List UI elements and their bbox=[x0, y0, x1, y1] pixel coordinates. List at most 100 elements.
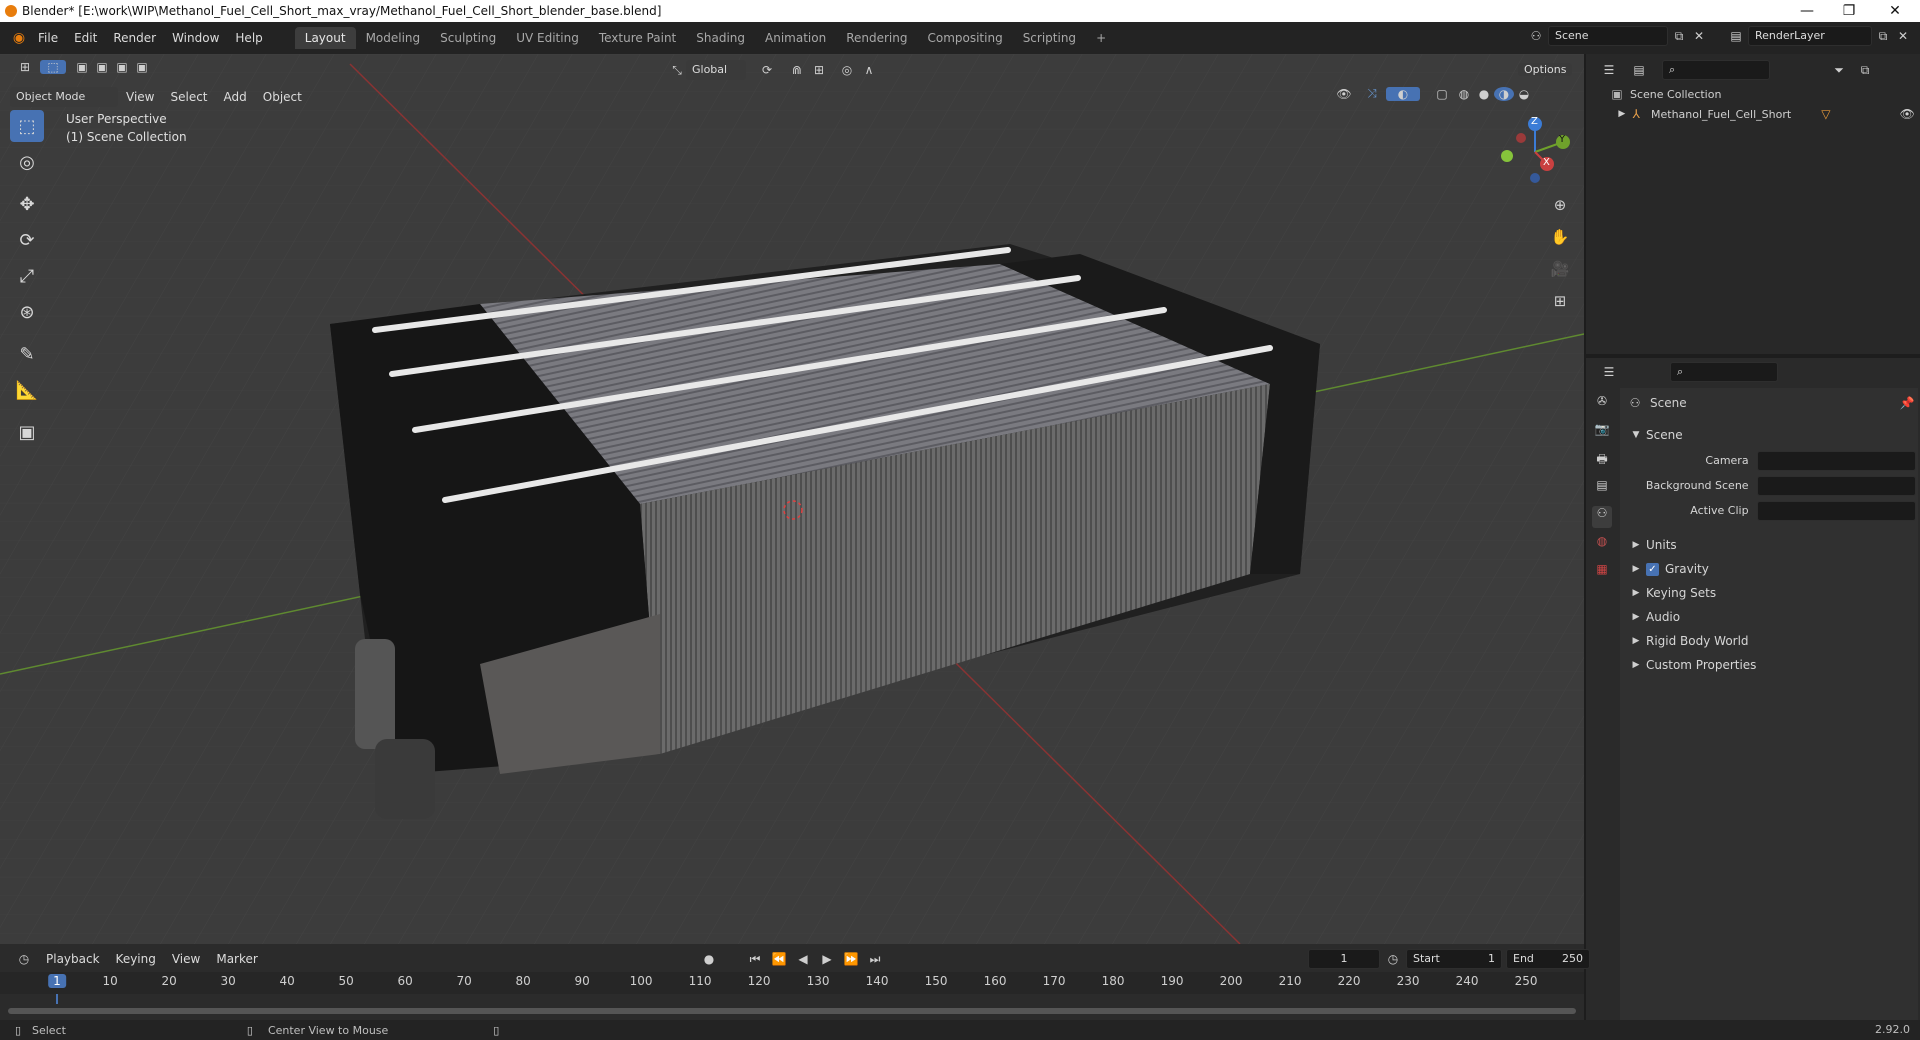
expand-arrow-icon[interactable]: ▶ bbox=[1630, 534, 1642, 556]
render-tab-icon[interactable]: 📷 bbox=[1592, 422, 1612, 444]
transform-tool-icon[interactable]: ⊛ bbox=[10, 296, 44, 328]
mode-intersect-icon[interactable]: ▣ bbox=[132, 60, 152, 74]
move-tool-icon[interactable]: ✥ bbox=[10, 188, 44, 220]
add-workspace-button[interactable]: + bbox=[1086, 27, 1116, 49]
camera-field[interactable] bbox=[1756, 451, 1916, 471]
delete-scene-icon[interactable]: ✕ bbox=[1690, 29, 1708, 43]
material-shading-icon[interactable]: ◑ bbox=[1494, 86, 1514, 101]
add-cube-tool-icon[interactable]: ▣ bbox=[10, 416, 44, 448]
mode-new-icon[interactable]: ▣ bbox=[72, 60, 92, 74]
output-tab-icon[interactable]: 🖶 bbox=[1592, 450, 1612, 472]
expand-arrow-icon[interactable]: ▶ bbox=[1630, 630, 1642, 652]
xray-icon[interactable]: ▢ bbox=[1430, 87, 1454, 101]
perspective-toggle-icon[interactable]: ⊞ bbox=[1548, 292, 1572, 314]
outliner-row-fuel-cell[interactable]: ▶ ⅄ Methanol_Fuel_Cell_Short ▽ 👁 bbox=[1616, 104, 1916, 124]
overlay-toggle-icon[interactable]: ◐ bbox=[1386, 86, 1420, 101]
timeline-menu-keying[interactable]: Keying bbox=[108, 948, 164, 970]
rigid-body-world-section[interactable]: ▶ Rigid Body World bbox=[1630, 630, 1749, 652]
editor-type-icon[interactable]: ⊞ bbox=[10, 60, 40, 74]
play-icon[interactable]: ▶ bbox=[818, 952, 836, 966]
snap-icon[interactable]: ⋒ bbox=[786, 63, 808, 77]
rendered-shading-icon[interactable]: ◒ bbox=[1514, 87, 1534, 101]
tab-layout[interactable]: Layout bbox=[294, 27, 356, 49]
transform-orientation-dropdown[interactable]: Global bbox=[686, 60, 746, 80]
expand-arrow-icon[interactable]: ▶ bbox=[1630, 582, 1642, 604]
expand-arrow-icon[interactable]: ▶ bbox=[1630, 558, 1642, 580]
outliner-search-input[interactable]: ⌕ bbox=[1662, 60, 1770, 80]
viewport-3d[interactable] bbox=[0, 54, 1584, 944]
renderlayer-field[interactable]: RenderLayer bbox=[1748, 26, 1872, 46]
tab-scripting[interactable]: Scripting bbox=[1013, 27, 1086, 49]
annotate-tool-icon[interactable]: ✎ bbox=[10, 338, 44, 370]
select-tool-icon[interactable]: ⬚ bbox=[10, 110, 44, 142]
keying-sets-section[interactable]: ▶ Keying Sets bbox=[1630, 582, 1717, 604]
gravity-section[interactable]: ▶ ✓ Gravity bbox=[1630, 558, 1709, 580]
viewport-menu-select[interactable]: Select bbox=[162, 86, 215, 108]
menu-help[interactable]: Help bbox=[227, 27, 270, 49]
new-renderlayer-icon[interactable]: ⧉ bbox=[1872, 29, 1894, 44]
viewport-menu-object[interactable]: Object bbox=[255, 86, 310, 108]
navigation-gizmo[interactable]: Z Y X bbox=[1495, 112, 1575, 192]
proportional-edit-icon[interactable]: ◎ bbox=[836, 63, 858, 77]
scale-tool-icon[interactable]: ⤢ bbox=[10, 260, 44, 292]
visibility-icon[interactable]: 👁 bbox=[1330, 87, 1358, 101]
viewport-menu-add[interactable]: Add bbox=[216, 86, 255, 108]
timeline-scrollbar[interactable] bbox=[8, 1008, 1576, 1014]
outliner-editor-type-icon[interactable]: ☰ bbox=[1594, 63, 1624, 77]
expand-arrow-icon[interactable]: ▶ bbox=[1630, 654, 1642, 676]
next-keyframe-icon[interactable]: ⏩ bbox=[842, 952, 860, 966]
zoom-icon[interactable]: ⊕ bbox=[1548, 196, 1572, 218]
tool-tab-icon[interactable]: ✇ bbox=[1592, 394, 1612, 416]
menu-edit[interactable]: Edit bbox=[66, 27, 105, 49]
view-layer-tab-icon[interactable]: ▤ bbox=[1592, 478, 1612, 500]
tab-animation[interactable]: Animation bbox=[755, 27, 836, 49]
viewport-canvas[interactable] bbox=[0, 54, 1584, 944]
viewport-menu-view[interactable]: View bbox=[118, 86, 162, 108]
scene-selector-icon[interactable]: ⚇ bbox=[1524, 29, 1548, 43]
maximize-button[interactable]: ❐ bbox=[1826, 0, 1872, 22]
start-frame-field[interactable]: Start 1 bbox=[1406, 949, 1502, 969]
object-mode-dropdown[interactable]: Object Mode bbox=[10, 87, 118, 107]
menu-window[interactable]: Window bbox=[164, 27, 227, 49]
scene-tab-icon[interactable]: ⚇ bbox=[1592, 506, 1612, 528]
current-frame-field[interactable]: 1 bbox=[1308, 949, 1380, 969]
new-collection-icon[interactable]: ⧉ bbox=[1854, 63, 1876, 78]
end-frame-field[interactable]: End 250 bbox=[1506, 949, 1590, 969]
snap-target-icon[interactable]: ⊞ bbox=[808, 63, 830, 77]
properties-editor-type-icon[interactable]: ☰ bbox=[1594, 365, 1624, 379]
tab-uv-editing[interactable]: UV Editing bbox=[506, 27, 589, 49]
scene-panel-header[interactable]: ▼ Scene bbox=[1630, 424, 1683, 446]
expand-arrow-icon[interactable]: ▶ bbox=[1630, 606, 1642, 628]
jump-end-icon[interactable]: ⏭ bbox=[866, 952, 884, 967]
world-tab-icon[interactable]: ◍ bbox=[1592, 534, 1612, 556]
minimize-button[interactable]: — bbox=[1784, 0, 1830, 22]
scene-field[interactable]: Scene bbox=[1548, 26, 1668, 46]
mode-extend-icon[interactable]: ▣ bbox=[92, 60, 112, 74]
background-scene-field[interactable] bbox=[1756, 476, 1916, 496]
prev-keyframe-icon[interactable]: ⏪ bbox=[770, 952, 788, 966]
new-scene-icon[interactable]: ⧉ bbox=[1668, 29, 1690, 44]
outliner-scene-collection[interactable]: Scene Collection bbox=[1630, 88, 1721, 101]
time-icon[interactable]: ◷ bbox=[1380, 952, 1406, 966]
cursor-tool-icon[interactable]: ◎ bbox=[10, 146, 44, 178]
outliner-item-label[interactable]: Methanol_Fuel_Cell_Short bbox=[1651, 108, 1791, 121]
solid-shading-icon[interactable]: ● bbox=[1474, 87, 1494, 101]
play-reverse-icon[interactable]: ◀ bbox=[794, 952, 812, 966]
camera-view-icon[interactable]: 🎥 bbox=[1548, 260, 1572, 282]
expand-arrow-icon[interactable]: ▶ bbox=[1616, 109, 1628, 119]
filter-icon[interactable]: ⏷ bbox=[1824, 63, 1854, 78]
delete-renderlayer-icon[interactable]: ✕ bbox=[1894, 29, 1912, 43]
timeline-editor-type-icon[interactable]: ◷ bbox=[10, 952, 38, 966]
timeline-menu-playback[interactable]: Playback bbox=[38, 948, 108, 970]
tab-rendering[interactable]: Rendering bbox=[836, 27, 917, 49]
falloff-icon[interactable]: ∧ bbox=[858, 63, 880, 77]
properties-search-input[interactable]: ⌕ bbox=[1670, 362, 1778, 382]
menu-render[interactable]: Render bbox=[105, 27, 164, 49]
mode-subtract-icon[interactable]: ▣ bbox=[112, 60, 132, 74]
wireframe-shading-icon[interactable]: ◍ bbox=[1454, 87, 1474, 101]
texture-tab-icon[interactable]: ▦ bbox=[1592, 562, 1612, 584]
tab-sculpting[interactable]: Sculpting bbox=[430, 27, 506, 49]
pan-hand-icon[interactable]: ✋ bbox=[1548, 228, 1572, 250]
collapse-arrow-icon[interactable]: ▼ bbox=[1630, 424, 1642, 446]
tab-texture-paint[interactable]: Texture Paint bbox=[589, 27, 686, 49]
